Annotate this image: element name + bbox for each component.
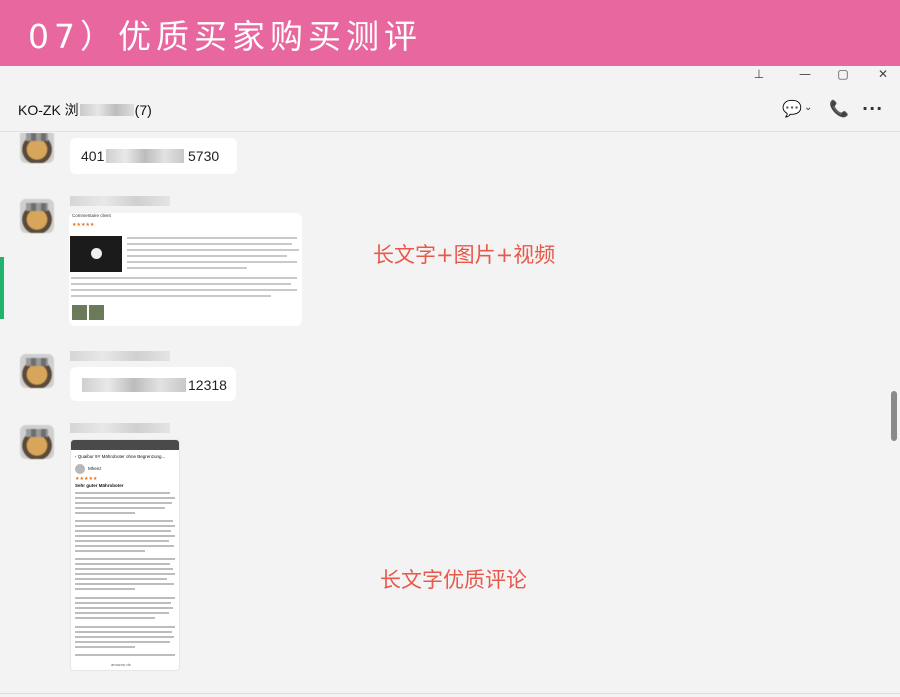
play-icon[interactable]	[91, 248, 102, 259]
screenshot-footer-url: amazon.de	[111, 662, 131, 667]
more-options-icon[interactable]: ···	[862, 99, 883, 118]
annotation-long-text-quality-review: 长文字优质评论	[380, 568, 527, 592]
chat-message-list[interactable]: 401 5730 Commentaire client ★★★★★ 长文字+图片…	[0, 133, 900, 697]
review-text-line	[75, 525, 175, 527]
input-divider	[0, 693, 900, 694]
review-text-line	[75, 563, 170, 565]
chat-bubble-icon[interactable]: 💬	[782, 99, 802, 118]
phone-status-bar	[71, 440, 179, 450]
avatar[interactable]	[20, 354, 54, 388]
sender-name	[70, 351, 170, 361]
review-text-line	[75, 530, 171, 532]
review-text-line	[75, 641, 170, 643]
review-screenshot-card[interactable]: ‹ Quaibur 9Y Mähroboter ohne Begrenzung.…	[70, 439, 180, 671]
review-text-line	[75, 520, 173, 522]
video-thumbnail[interactable]	[70, 236, 122, 272]
message-text-end: 5730	[188, 148, 220, 164]
chat-title-prefix: KO-ZK 浏	[18, 102, 79, 118]
review-text-line	[127, 237, 297, 239]
redacted-text	[106, 149, 184, 163]
review-photo-thumbnail[interactable]	[72, 305, 87, 320]
sender-name	[70, 423, 170, 433]
review-image-card[interactable]: Commentaire client ★★★★★	[69, 213, 302, 326]
message-text-start: 401	[81, 148, 105, 164]
review-text-line	[75, 558, 175, 560]
redacted-text	[82, 378, 186, 392]
review-photo-thumbnail[interactable]	[89, 305, 104, 320]
avatar[interactable]	[20, 133, 54, 163]
review-text-line	[71, 289, 297, 291]
review-text-line	[127, 267, 247, 269]
review-text-line	[75, 626, 175, 628]
rating-stars: ★★★★★	[72, 222, 95, 228]
review-text-line	[75, 535, 175, 537]
review-text-line	[75, 497, 175, 499]
review-text-line	[75, 578, 167, 580]
reviewer-avatar	[75, 464, 85, 474]
active-indicator	[0, 257, 4, 319]
window-titlebar: ⊥ — ▢ ✕	[0, 66, 900, 86]
close-icon[interactable]: ✕	[868, 66, 898, 84]
minimize-icon[interactable]: —	[790, 66, 820, 84]
review-text-line	[75, 545, 174, 547]
avatar[interactable]	[20, 199, 54, 233]
review-text-line	[75, 512, 135, 514]
chat-title: KO-ZK 浏 (7)	[18, 100, 152, 120]
review-text-line	[75, 602, 171, 604]
reviewer-name: Mhenz	[88, 466, 102, 471]
review-text-line	[71, 277, 297, 279]
chat-member-count: (7)	[134, 102, 152, 118]
pin-icon[interactable]: ⊥	[744, 66, 774, 84]
review-text-line	[75, 631, 172, 633]
avatar[interactable]	[20, 425, 54, 459]
review-text-line	[75, 583, 174, 585]
review-text-line	[75, 636, 174, 638]
promo-banner: 07）优质买家购买测评	[0, 0, 900, 66]
review-text-line	[75, 617, 155, 619]
review-text-line	[127, 243, 292, 245]
banner-title: 07）优质买家购买测评	[28, 17, 422, 56]
review-text-line	[75, 646, 135, 648]
rating-stars: ★★★★★	[75, 476, 98, 482]
review-title: Sehr guter Mähroboter	[75, 483, 124, 488]
review-text-line	[75, 612, 169, 614]
chat-header: KO-ZK 浏 (7) 💬 ⌄ 📞 ···	[0, 86, 900, 132]
review-text-line	[75, 550, 145, 552]
product-nav-title: ‹ Quaibur 9Y Mähroboter ohne Begrenzung.…	[75, 454, 166, 459]
review-text-line	[75, 507, 165, 509]
review-text-line	[127, 261, 297, 263]
phone-icon[interactable]: 📞	[829, 99, 849, 118]
review-text-line	[127, 255, 287, 257]
review-text-line	[75, 568, 173, 570]
chevron-down-icon[interactable]: ⌄	[804, 102, 812, 113]
annotation-long-text-image-video: 长文字+图片+视频	[373, 243, 556, 267]
image-card-title: Commentaire client	[72, 213, 111, 218]
maximize-icon[interactable]: ▢	[828, 66, 858, 84]
review-text-line	[75, 502, 172, 504]
review-text-line	[71, 283, 291, 285]
review-text-line	[71, 295, 271, 297]
review-text-line	[75, 654, 175, 656]
review-text-line	[75, 607, 173, 609]
message-bubble[interactable]: 12318	[70, 367, 236, 401]
review-text-line	[75, 540, 169, 542]
review-text-line	[75, 588, 135, 590]
message-bubble[interactable]: 401 5730	[70, 138, 237, 174]
review-text-line	[75, 492, 170, 494]
redacted-name	[79, 104, 134, 116]
scrollbar-thumb[interactable]	[891, 391, 897, 441]
message-text-end: 12318	[188, 377, 227, 393]
sender-name	[70, 196, 170, 206]
review-text-line	[127, 249, 299, 251]
review-text-line	[75, 573, 175, 575]
review-text-line	[75, 597, 175, 599]
